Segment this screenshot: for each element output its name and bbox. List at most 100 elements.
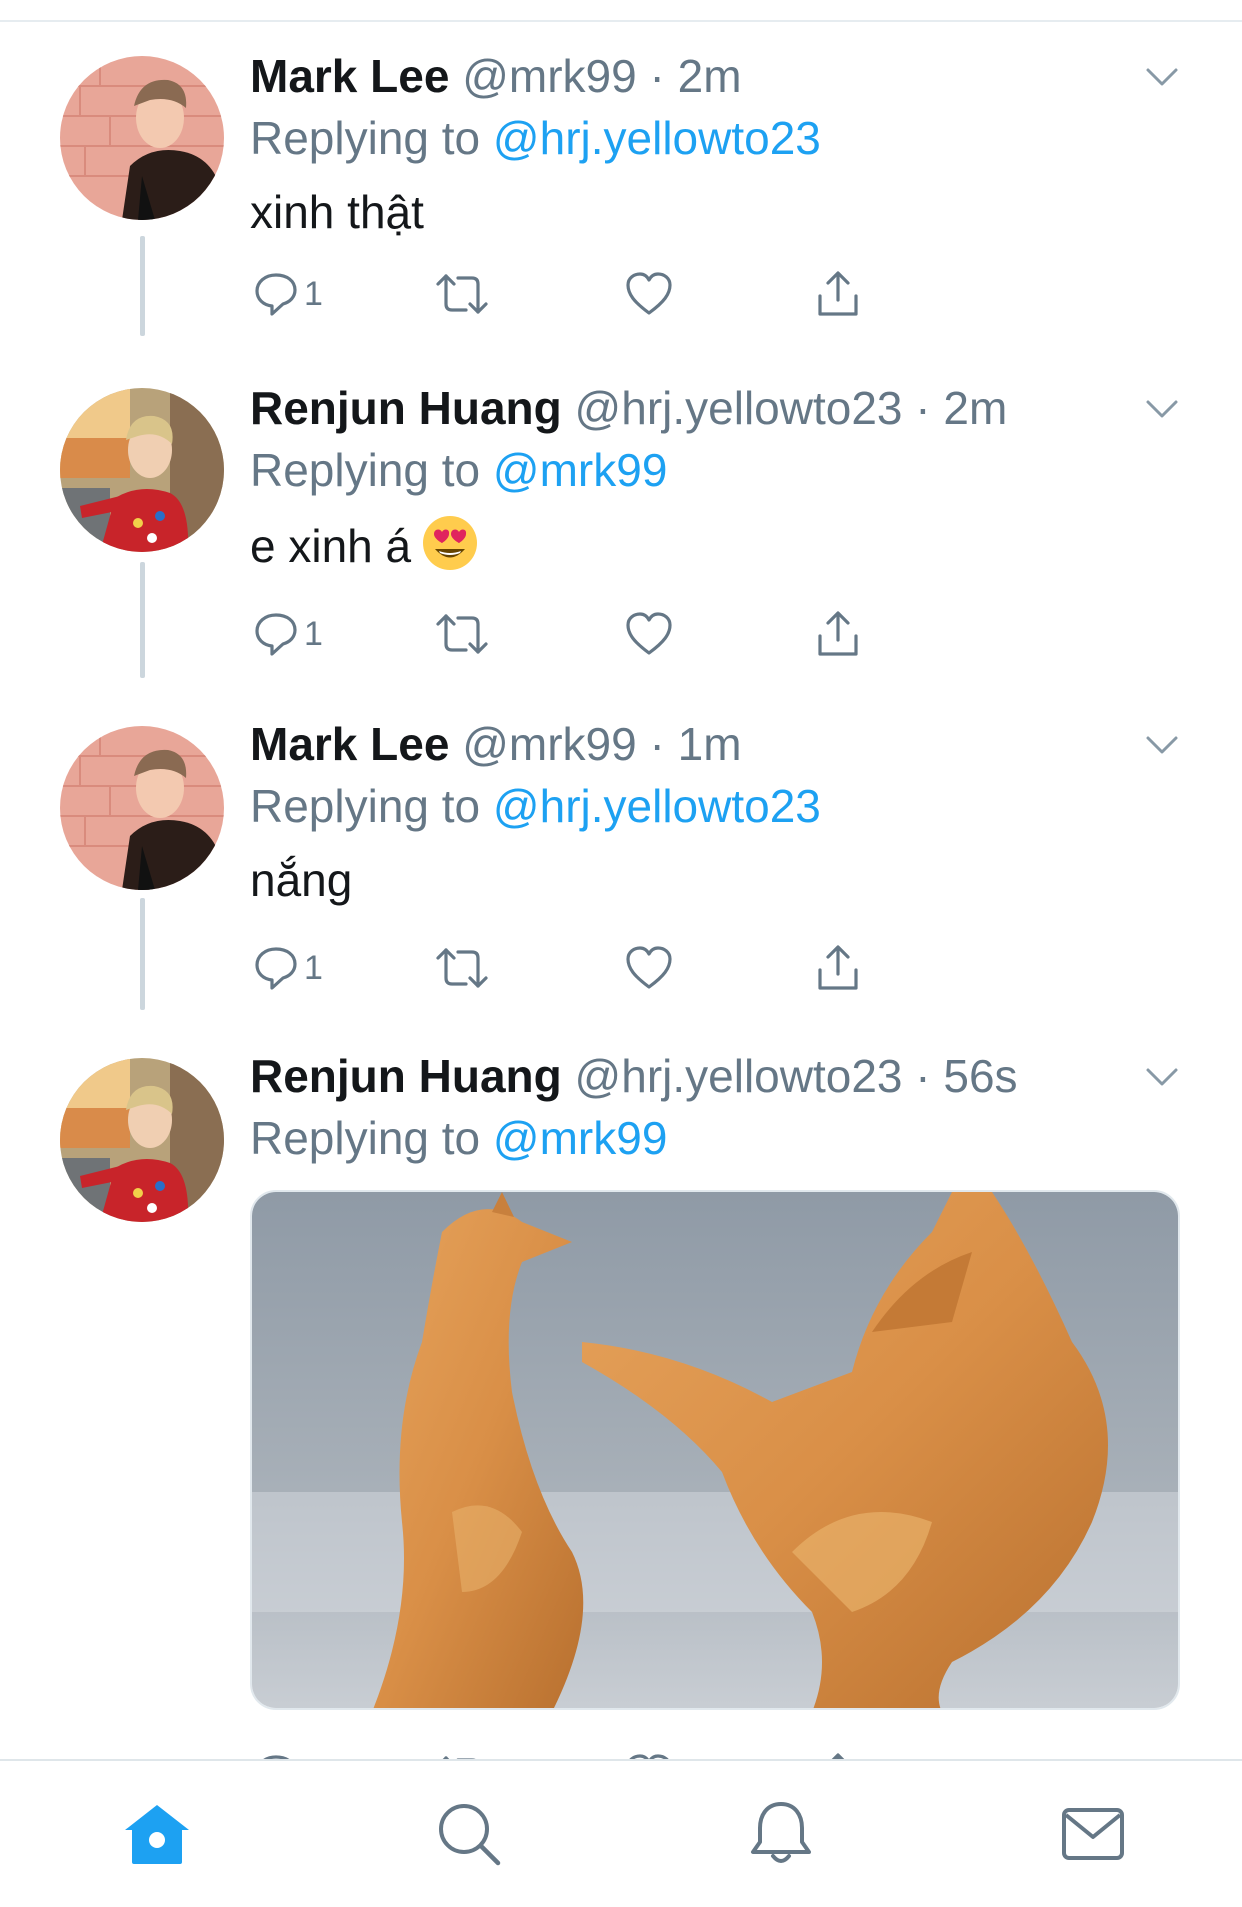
reply-button[interactable]: [252, 1746, 300, 1759]
replying-prefix: Replying to: [250, 444, 493, 496]
share-button[interactable]: [814, 264, 862, 324]
replying-prefix: Replying to: [250, 780, 493, 832]
like-button[interactable]: [624, 264, 674, 324]
handle[interactable]: @hrj.yellowto23: [575, 382, 903, 434]
retweet-button[interactable]: [434, 604, 490, 664]
replying-to: Replying to @hrj.yellowto23: [250, 776, 1182, 836]
tweet-header: Mark Lee @mrk99 · 2m: [250, 46, 1182, 106]
display-name[interactable]: Mark Lee: [250, 718, 449, 770]
tweet[interactable]: Renjun Huang @hrj.yellowto23 · 2m Replyi…: [0, 362, 1242, 698]
tweet-text: nắng: [250, 854, 353, 906]
tweet-text: xinh thật: [250, 186, 424, 238]
heart-eyes-emoji-icon: [421, 514, 479, 586]
reply-icon: [255, 273, 297, 316]
replying-prefix: Replying to: [250, 1112, 493, 1164]
reply-count: 1: [304, 274, 323, 313]
avatar[interactable]: [60, 56, 224, 220]
mention-link[interactable]: @mrk99: [493, 1112, 668, 1164]
heart-icon: [626, 612, 672, 655]
reply-icon: [255, 613, 297, 656]
retweet-button[interactable]: [434, 1746, 490, 1759]
tweet-actions: 1: [250, 264, 1010, 324]
separator-dot: ·: [915, 382, 931, 434]
home-icon: [125, 1805, 189, 1864]
display-name[interactable]: Renjun Huang: [250, 382, 562, 434]
chevron-down-icon[interactable]: [1142, 724, 1182, 764]
timestamp[interactable]: 2m: [678, 50, 742, 102]
tab-notifications[interactable]: [736, 1789, 826, 1879]
bottom-tab-bar: [0, 1759, 1242, 1907]
tweet[interactable]: Mark Lee @mrk99 · 2m Replying to @hrj.ye…: [0, 22, 1242, 362]
reply-button[interactable]: 1: [252, 938, 323, 998]
share-button[interactable]: [814, 938, 862, 998]
reply-icon: [263, 1755, 290, 1759]
tweet-header: Renjun Huang @hrj.yellowto23 · 56s: [250, 1046, 1182, 1106]
heart-icon: [629, 1754, 669, 1759]
like-button[interactable]: [624, 938, 674, 998]
share-icon: [818, 945, 858, 990]
handle[interactable]: @mrk99: [462, 50, 637, 102]
tweet-text: e xinh á: [250, 520, 412, 573]
display-name[interactable]: Renjun Huang: [250, 1050, 562, 1102]
retweet-icon: [436, 614, 488, 654]
tweet[interactable]: Renjun Huang @hrj.yellowto23 · 56s Reply…: [0, 1030, 1242, 1759]
tab-home[interactable]: [112, 1789, 202, 1879]
tweet[interactable]: Mark Lee @mrk99 · 1m Replying to @hrj.ye…: [0, 698, 1242, 1030]
replying-prefix: Replying to: [250, 112, 493, 164]
separator-dot: ·: [915, 1050, 931, 1102]
handle[interactable]: @hrj.yellowto23: [575, 1050, 903, 1102]
like-button[interactable]: [624, 1746, 674, 1759]
mention-link[interactable]: @hrj.yellowto23: [493, 780, 821, 832]
heart-icon: [626, 946, 672, 989]
avatar[interactable]: [60, 726, 224, 890]
heart-icon: [626, 272, 672, 315]
retweet-button[interactable]: [434, 264, 490, 324]
handle[interactable]: @mrk99: [462, 718, 637, 770]
display-name[interactable]: Mark Lee: [250, 50, 449, 102]
replying-to: Replying to @mrk99: [250, 440, 1182, 500]
notifications-icon: [751, 1802, 811, 1863]
tab-messages[interactable]: [1048, 1789, 1138, 1879]
replying-to: Replying to @mrk99: [250, 1108, 1182, 1168]
retweet-icon: [442, 1756, 476, 1759]
timestamp[interactable]: 2m: [943, 382, 1007, 434]
mark-lee-avatar-image: [60, 726, 224, 890]
mention-link[interactable]: @mrk99: [493, 444, 668, 496]
renjun-huang-avatar-image: [60, 388, 224, 552]
share-icon: [818, 611, 858, 656]
separator-dot: ·: [649, 718, 665, 770]
tab-search[interactable]: [424, 1789, 514, 1879]
share-icon: [831, 1753, 845, 1759]
share-button[interactable]: [814, 1746, 862, 1759]
timestamp[interactable]: 1m: [678, 718, 742, 770]
messages-icon: [1062, 1808, 1124, 1860]
search-icon: [439, 1804, 501, 1866]
mark-lee-avatar-image: [60, 56, 224, 220]
like-button[interactable]: [624, 604, 674, 664]
timestamp[interactable]: 56s: [943, 1050, 1017, 1102]
avatar[interactable]: [60, 1058, 224, 1222]
reply-button[interactable]: 1: [252, 264, 323, 324]
reply-icon: [255, 947, 297, 990]
chevron-down-icon[interactable]: [1142, 1056, 1182, 1096]
tweet-header: Mark Lee @mrk99 · 1m: [250, 714, 1182, 774]
chevron-down-icon[interactable]: [1142, 56, 1182, 96]
retweet-button[interactable]: [434, 938, 490, 998]
tweet-actions: 1: [250, 938, 1010, 998]
tweet-media-image[interactable]: [250, 1190, 1180, 1710]
mention-link[interactable]: @hrj.yellowto23: [493, 112, 821, 164]
share-button[interactable]: [814, 604, 862, 664]
share-icon: [818, 271, 858, 316]
avatar[interactable]: [60, 388, 224, 552]
thread-line: [140, 562, 145, 678]
reply-button[interactable]: 1: [252, 604, 323, 664]
roast-chicken-photo: [252, 1192, 1178, 1708]
tweet-actions: 1: [250, 604, 1010, 664]
tweet-actions: [250, 1746, 1010, 1759]
tweet-feed[interactable]: Mark Lee @mrk99 · 2m Replying to @hrj.ye…: [0, 22, 1242, 1759]
renjun-huang-avatar-image: [60, 1058, 224, 1222]
thread-line: [140, 236, 145, 336]
retweet-icon: [436, 274, 488, 314]
chevron-down-icon[interactable]: [1142, 388, 1182, 428]
tweet-header: Renjun Huang @hrj.yellowto23 · 2m: [250, 378, 1182, 438]
